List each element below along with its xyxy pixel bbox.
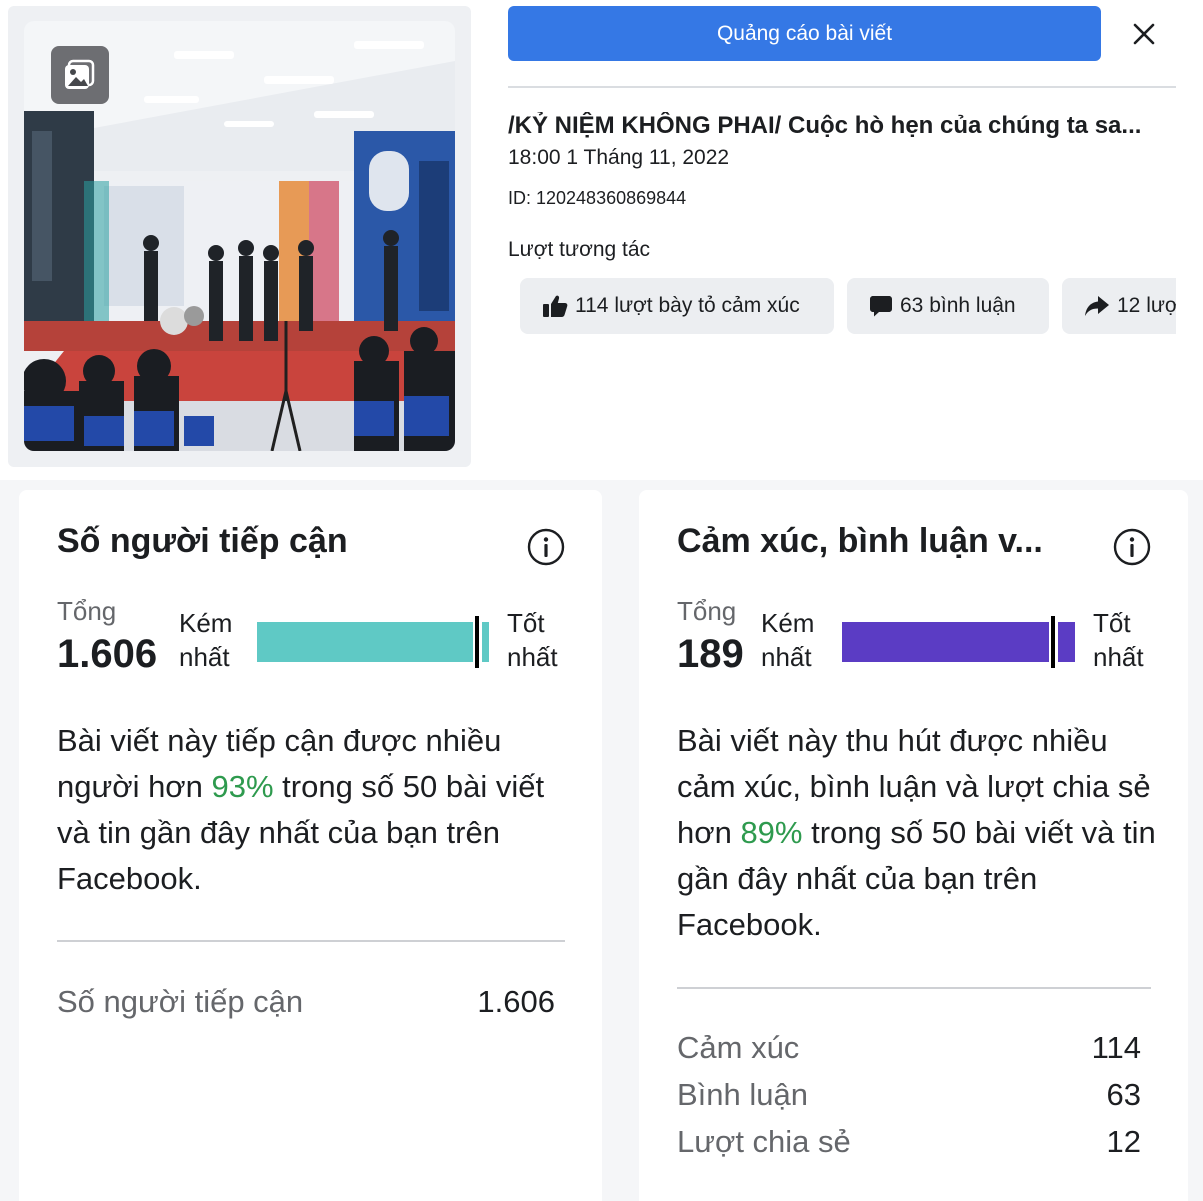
info-icon[interactable] [527, 528, 565, 566]
comments-stat-label: Bình luận [677, 1077, 808, 1112]
reach-low-label: Kém nhất [179, 608, 233, 672]
reach-high-label: Tốt nhất [507, 608, 558, 672]
reach-bar-fill [257, 622, 473, 662]
engagement-low-label: Kém nhất [761, 608, 815, 672]
reactions-stat-label: Cảm xúc [677, 1030, 800, 1065]
boost-post-button[interactable]: Quảng cáo bài viết [508, 6, 1101, 61]
reactions-chip-label: 114 lượt bày tỏ cảm xúc [575, 294, 800, 317]
thumbs-up-icon [543, 295, 568, 317]
post-title[interactable]: /KỶ NIỆM KHÔNG PHAI/ Cuộc hò hẹn của chú… [508, 112, 1176, 140]
comments-chip[interactable]: 63 bình luận [847, 278, 1049, 334]
reach-stat-row: Số người tiếp cận 1.606 [57, 984, 555, 1024]
shares-stat-label: Lượt chia sẻ [677, 1124, 851, 1159]
engagement-total-value: 189 [677, 632, 744, 676]
post-timestamp: 18:00 1 Tháng 11, 2022 [508, 146, 730, 169]
header-divider [508, 86, 1176, 88]
engagement-desc-highlight: 89% [740, 815, 803, 850]
engagement-stat-row-reactions: Cảm xúc 114 [677, 1030, 1141, 1070]
shares-chip-label: 12 lượt [1117, 294, 1176, 317]
share-icon [1085, 296, 1109, 316]
reach-total-value: 1.606 [57, 632, 158, 676]
comment-icon [870, 296, 892, 317]
engagement-bar-remainder [1058, 622, 1075, 662]
post-id: ID: 120248360869844 [508, 188, 687, 208]
reach-desc-highlight: 93% [211, 769, 274, 804]
post-thumbnail-card [8, 6, 471, 467]
info-icon[interactable] [1113, 528, 1151, 566]
comments-chip-label: 63 bình luận [900, 294, 1016, 317]
photo-gallery-icon[interactable] [51, 46, 109, 104]
reach-card: Số người tiếp cận Tổng 1.606 Kém nhất Tố… [19, 490, 602, 1201]
engagement-description: Bài viết này thu hút được nhiều cảm xúc,… [677, 718, 1167, 948]
shares-stat-value: 12 [1106, 1124, 1141, 1159]
engagement-chips: 114 lượt bày tỏ cảm xúc 63 bình luận 12 … [508, 278, 1176, 336]
reach-bar-remainder [482, 622, 489, 662]
engagement-bar-fill [842, 622, 1049, 662]
reach-stat-value: 1.606 [477, 984, 555, 1019]
engagement-total-label: Tổng [677, 596, 737, 626]
reach-card-title: Số người tiếp cận [57, 522, 348, 560]
shares-chip[interactable]: 12 lượt [1062, 278, 1176, 334]
engagement-card-divider [677, 987, 1151, 989]
reach-comparison-bar [257, 616, 489, 668]
engagement-card-title: Cảm xúc, bình luận v... [677, 522, 1043, 560]
reach-card-divider [57, 940, 565, 942]
reach-stat-label: Số người tiếp cận [57, 984, 304, 1019]
reactions-stat-value: 114 [1091, 1030, 1141, 1065]
engagement-card: Cảm xúc, bình luận v... Tổng 189 Kém nhấ… [639, 490, 1188, 1201]
reach-bar-marker [475, 616, 479, 668]
post-header-section: Quảng cáo bài viết /KỶ NIỆM KHÔNG PHAI/ … [0, 0, 1203, 480]
engagement-high-label: Tốt nhất [1093, 608, 1144, 672]
engagement-comparison-bar [842, 616, 1075, 668]
engagement-label: Lượt tương tác [508, 238, 651, 261]
reactions-chip[interactable]: 114 lượt bày tỏ cảm xúc [520, 278, 834, 334]
engagement-bar-marker [1051, 616, 1055, 668]
close-icon[interactable] [1128, 18, 1160, 50]
comments-stat-value: 63 [1106, 1077, 1141, 1112]
reach-total-label: Tổng [57, 596, 117, 626]
reach-description: Bài viết này tiếp cận được nhiều người h… [57, 718, 557, 902]
engagement-stat-row-comments: Bình luận 63 [677, 1077, 1141, 1117]
engagement-stat-row-shares: Lượt chia sẻ 12 [677, 1124, 1141, 1164]
